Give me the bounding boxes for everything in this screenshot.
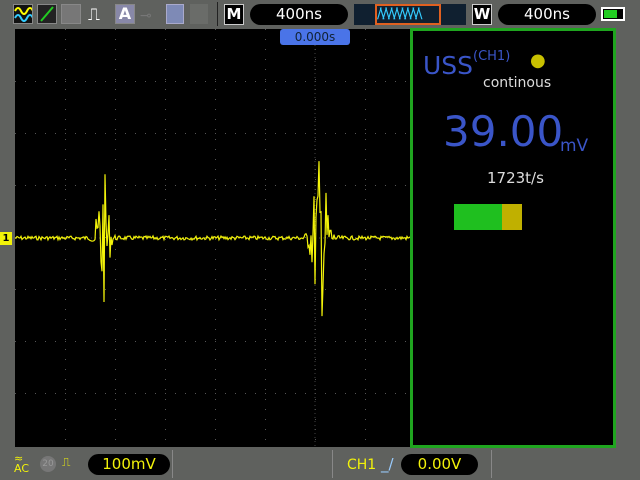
bw-limit-icon: 20 — [40, 456, 56, 472]
measurement-value: 39.00 — [443, 107, 564, 156]
measurement-channel: (CH1) — [473, 49, 511, 64]
channel-1-marker[interactable]: 1 — [0, 232, 12, 245]
print-icon — [190, 4, 208, 24]
cursor-line-icon[interactable] — [37, 4, 57, 24]
measurement-unit: mV — [560, 136, 589, 156]
battery-icon — [601, 7, 625, 21]
volts-div-display[interactable]: 100mV — [88, 454, 170, 475]
ch1-trace — [15, 161, 411, 317]
measurement-mode: continous — [483, 75, 552, 91]
measurement-rate: 1723t/s — [487, 169, 544, 187]
window-button[interactable]: W — [472, 4, 492, 25]
measurement-panel: USS (CH1) ● continous 39.00 mV 1723t/s — [410, 28, 616, 448]
window-timebase-display[interactable]: 400ns — [498, 4, 596, 25]
timebase-display[interactable]: 400ns — [250, 4, 348, 25]
measurement-title: USS — [423, 51, 474, 80]
waveform-overview[interactable]: /\/\/\/\/\/\/\/\ — [354, 4, 466, 25]
probe-icon: ⊸ — [140, 8, 152, 24]
menu-button[interactable]: M — [224, 4, 244, 25]
channel-wave-icon[interactable] — [13, 4, 34, 24]
persist-icon[interactable] — [61, 4, 81, 24]
coupling-label[interactable]: ≈ AC — [14, 453, 30, 475]
bulb-icon: ● — [530, 50, 546, 71]
trigger-position-label[interactable]: 0.000s — [280, 29, 350, 45]
status-bar: ≈ AC 20 ⎍ 100mV CH1 _/ 0.00V — [0, 448, 640, 480]
level-bar — [454, 204, 522, 230]
save-icon[interactable] — [166, 4, 184, 24]
toolbar: ⎍ A ⊸ M 400ns /\/\/\/\/\/\/\/\ W 400ns — [0, 0, 640, 28]
rising-edge-icon: _/ — [381, 455, 394, 473]
trigger-level-display[interactable]: 0.00V — [401, 454, 478, 475]
auto-icon[interactable]: A — [115, 4, 135, 24]
pulse-icon[interactable]: ⎍ — [88, 5, 100, 25]
invert-icon: ⎍ — [62, 455, 71, 469]
coupling-value: AC — [14, 462, 30, 475]
trigger-source[interactable]: CH1 — [347, 457, 376, 473]
